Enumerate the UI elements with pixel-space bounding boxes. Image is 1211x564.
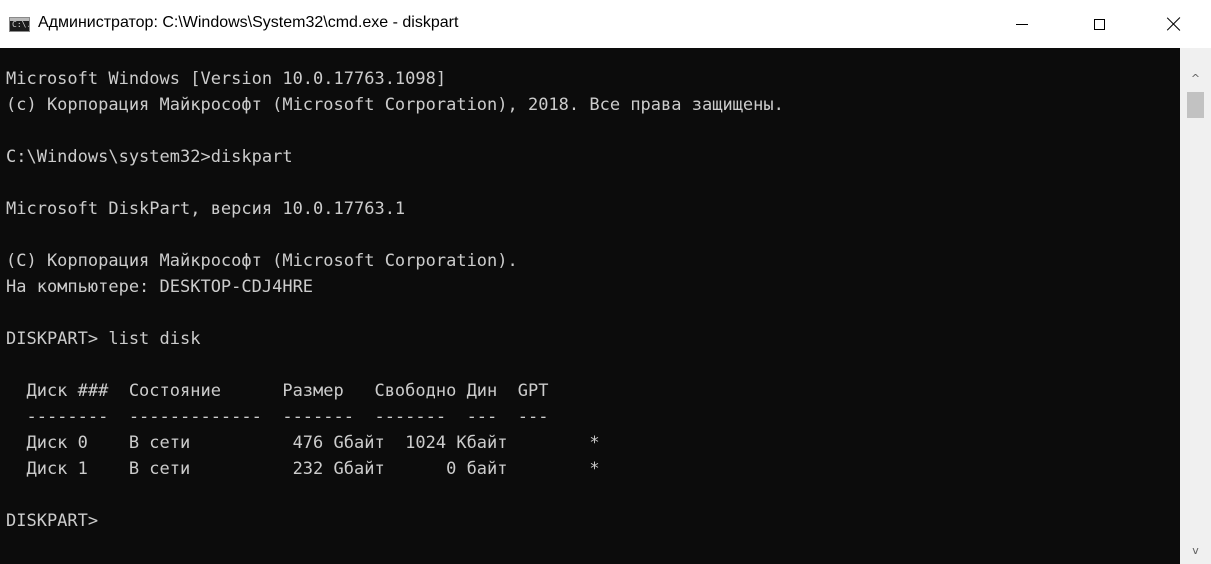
minimize-button[interactable]: [989, 0, 1055, 48]
console-line: DISKPART>: [6, 511, 109, 531]
console-line: На компьютере: DESKTOP-CDJ4HRE: [6, 277, 314, 297]
cmd-window: C:\. Администратор: C:\Windows\System32\…: [0, 0, 1211, 564]
console-line: (C) Корпорация Майкрософт (Microsoft Cor…: [6, 251, 518, 271]
console-text: Microsoft Windows [Version 10.0.17763.10…: [0, 48, 1180, 534]
console-line: Диск 1 В сети 232 Gбайт 0 байт *: [6, 459, 600, 479]
console-line: DISKPART> list disk: [6, 329, 201, 349]
scroll-down-arrow-icon[interactable]: v: [1180, 538, 1211, 562]
window-title: Администратор: C:\Windows\System32\cmd.e…: [38, 14, 459, 31]
console-line: Microsoft DiskPart, версия 10.0.17763.1: [6, 199, 406, 219]
console-line: Microsoft Windows [Version 10.0.17763.10…: [6, 69, 447, 89]
console-line: Диск ### Состояние Размер Свободно Дин G…: [6, 381, 549, 401]
scroll-thumb[interactable]: [1187, 92, 1204, 118]
maximize-icon: [1093, 18, 1105, 30]
close-button[interactable]: [1141, 0, 1207, 48]
console-line: C:\Windows\system32>diskpart: [6, 147, 293, 167]
console-line: (c) Корпорация Майкрософт (Microsoft Cor…: [6, 95, 784, 115]
title-bar[interactable]: C:\. Администратор: C:\Windows\System32\…: [0, 0, 1211, 48]
cmd-console-icon[interactable]: C:\.: [9, 17, 30, 32]
console-line: -------- ------------- ------- ------- -…: [6, 407, 549, 427]
scroll-up-arrow-icon[interactable]: ^: [1180, 66, 1211, 90]
minimize-icon: [1016, 23, 1028, 25]
maximize-button[interactable]: [1066, 0, 1132, 48]
console-output-area[interactable]: Microsoft Windows [Version 10.0.17763.10…: [0, 48, 1180, 564]
console-line: Диск 0 В сети 476 Gбайт 1024 Kбайт *: [6, 433, 600, 453]
vertical-scrollbar[interactable]: ^ v: [1180, 48, 1211, 564]
close-icon: [1167, 17, 1181, 31]
